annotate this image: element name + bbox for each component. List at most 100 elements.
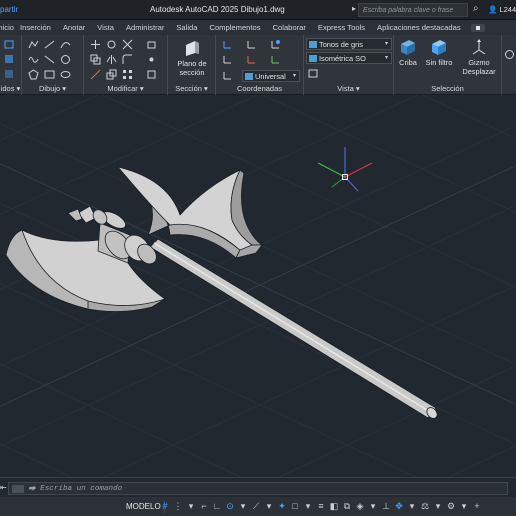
gizmo-status-icon[interactable]: ✥	[394, 500, 404, 512]
grid-icon[interactable]: #	[160, 500, 170, 512]
dropdown-icon[interactable]: ▾	[186, 500, 196, 512]
spline-icon[interactable]	[28, 54, 39, 65]
ucs-3point-icon[interactable]	[222, 54, 233, 65]
command-close-icon[interactable]: ⇤	[0, 483, 7, 492]
solid-smooth-icon[interactable]	[4, 69, 15, 80]
no-filter-button[interactable]: Sin filtro	[422, 38, 456, 67]
chevron-down-icon: ▾	[292, 73, 296, 79]
status-icons: # ⋮ ▾ ⌐ ∟ ⊙ ▾ ⟋ ▾ ✦ □ ▾ ≡ ◧ ⧉ ◈ ▾ ⊥ ✥ ▾ …	[160, 500, 482, 512]
transparency-icon[interactable]: ◧	[329, 500, 339, 512]
plus-icon[interactable]: +	[472, 500, 482, 512]
tab-colaborar[interactable]: Colaborar	[267, 23, 312, 32]
line-icon[interactable]	[44, 39, 55, 50]
lineweight-icon[interactable]: ≡	[316, 500, 326, 512]
command-placeholder: Escriba un comando	[40, 484, 123, 493]
dropdown-icon[interactable]: ▾	[459, 500, 469, 512]
dynamic-ucs-icon[interactable]: ⊥	[381, 500, 391, 512]
ucs-z-icon[interactable]	[270, 39, 281, 50]
gizmo-label: Gizmo Desplazar	[462, 58, 496, 76]
tab-vista[interactable]: Vista	[91, 23, 120, 32]
infer-icon[interactable]: ⌐	[199, 500, 209, 512]
isodraft-icon[interactable]: ⟋	[251, 500, 261, 512]
tab-salida[interactable]: Salida	[170, 23, 203, 32]
search-input[interactable]: Escriba palabra clave o frase	[358, 3, 468, 17]
tab-aplicaciones[interactable]: Aplicaciones destacadas	[371, 23, 467, 32]
command-input[interactable]: ⮕ Escriba un comando	[8, 482, 508, 495]
search-expand-icon[interactable]: ▸	[352, 4, 356, 13]
ucs-origin-icon[interactable]	[246, 39, 257, 50]
3d-osnap-icon[interactable]: ◈	[355, 500, 365, 512]
mirror-icon[interactable]	[106, 54, 117, 65]
user-label[interactable]: 👤 L2441	[488, 5, 516, 14]
copy-icon[interactable]	[90, 54, 101, 65]
dropdown-icon[interactable]: ▾	[433, 500, 443, 512]
panel-section: Plano de sección Sección ▾	[168, 35, 216, 95]
model-space-button[interactable]: MODELO	[123, 500, 165, 513]
explode-icon[interactable]	[146, 54, 157, 65]
object-snap-icon[interactable]: □	[290, 500, 300, 512]
snap-icon[interactable]: ⋮	[173, 500, 183, 512]
visual-style-select[interactable]: Tonos de gris ▾	[306, 38, 392, 50]
polar-icon[interactable]: ⊙	[225, 500, 235, 512]
section-plane-button[interactable]: Plano de sección	[172, 39, 212, 77]
construction-line-icon[interactable]	[44, 54, 55, 65]
tab-anotar[interactable]: Anotar	[57, 23, 91, 32]
search-icon[interactable]: ⌕	[473, 3, 479, 14]
erase-icon[interactable]	[146, 39, 157, 50]
ucs-x-icon[interactable]	[246, 54, 257, 65]
ucs-world-icon[interactable]	[222, 70, 233, 81]
tab-inicio[interactable]: Inicio	[0, 23, 14, 32]
tab-administrar[interactable]: Administrar	[120, 23, 170, 32]
drawing-viewport[interactable]	[0, 95, 516, 477]
coordinates-select[interactable]: Universal ▾	[242, 70, 300, 82]
section-plane-icon	[183, 39, 201, 57]
scale-icon[interactable]	[106, 69, 117, 80]
ucs-icon[interactable]	[222, 39, 233, 50]
panel-section-title[interactable]: Sección ▾	[168, 84, 215, 93]
rotate-icon[interactable]	[106, 39, 117, 50]
stretch-icon[interactable]	[90, 69, 101, 80]
fillet-icon[interactable]	[122, 54, 133, 65]
panel-overflow[interactable]	[502, 35, 516, 95]
ucs-view-icon[interactable]	[270, 54, 281, 65]
selection-cycling-icon[interactable]: ⧉	[342, 500, 352, 512]
view-select[interactable]: Isométrica SO ▾	[306, 52, 392, 64]
panel-draw-title[interactable]: Dibujo ▾	[22, 84, 83, 93]
polygon-icon[interactable]	[28, 69, 39, 80]
circle-icon[interactable]	[60, 54, 71, 65]
object-snap-tracking-icon[interactable]: ✦	[277, 500, 287, 512]
solid-extrude-icon[interactable]	[4, 54, 15, 65]
ortho-icon[interactable]: ∟	[212, 500, 222, 512]
tab-complementos[interactable]: Complementos	[203, 23, 266, 32]
gizmo-button[interactable]: Gizmo Desplazar	[458, 38, 500, 76]
annotation-icon[interactable]: ⚖	[420, 500, 430, 512]
move-icon[interactable]	[90, 39, 101, 50]
polyline-icon[interactable]	[28, 39, 39, 50]
panel-view: Tonos de gris ▾ Isométrica SO ▾ Vista ▾	[304, 35, 394, 95]
array-icon[interactable]	[122, 69, 133, 80]
dropdown-icon[interactable]: ▾	[303, 500, 313, 512]
model-space-canvas[interactable]	[0, 95, 516, 477]
panel-solids-title[interactable]: idos ▾	[0, 84, 21, 93]
solid-box-icon[interactable]	[4, 39, 15, 50]
workspace-gear-icon[interactable]: ⚙	[446, 500, 456, 512]
tab-insercion[interactable]: Inserción	[14, 23, 57, 32]
tab-overflow-button[interactable]	[470, 23, 485, 32]
view-manager-icon[interactable]	[308, 68, 319, 79]
arc-icon[interactable]	[60, 39, 71, 50]
dropdown-icon[interactable]: ▾	[238, 500, 248, 512]
dropdown-icon[interactable]: ▾	[368, 500, 378, 512]
rectangle-icon[interactable]	[44, 69, 55, 80]
panel-modify-title[interactable]: Modificar ▾	[84, 84, 167, 93]
share-label[interactable]: partir	[0, 5, 18, 14]
cull-button[interactable]: Criba	[396, 38, 420, 67]
dropdown-icon[interactable]: ▾	[264, 500, 274, 512]
ellipse-icon[interactable]	[60, 69, 71, 80]
panel-view-title[interactable]: Vista ▾	[304, 84, 393, 93]
offset-icon[interactable]	[146, 69, 157, 80]
trim-icon[interactable]	[122, 39, 133, 50]
battle-axe-model[interactable]	[5, 166, 439, 420]
tab-express-tools[interactable]: Express Tools	[312, 23, 371, 32]
panel-selection: Criba Sin filtro Gizmo Desplazar Selecci…	[394, 35, 502, 95]
dropdown-icon[interactable]: ▾	[407, 500, 417, 512]
